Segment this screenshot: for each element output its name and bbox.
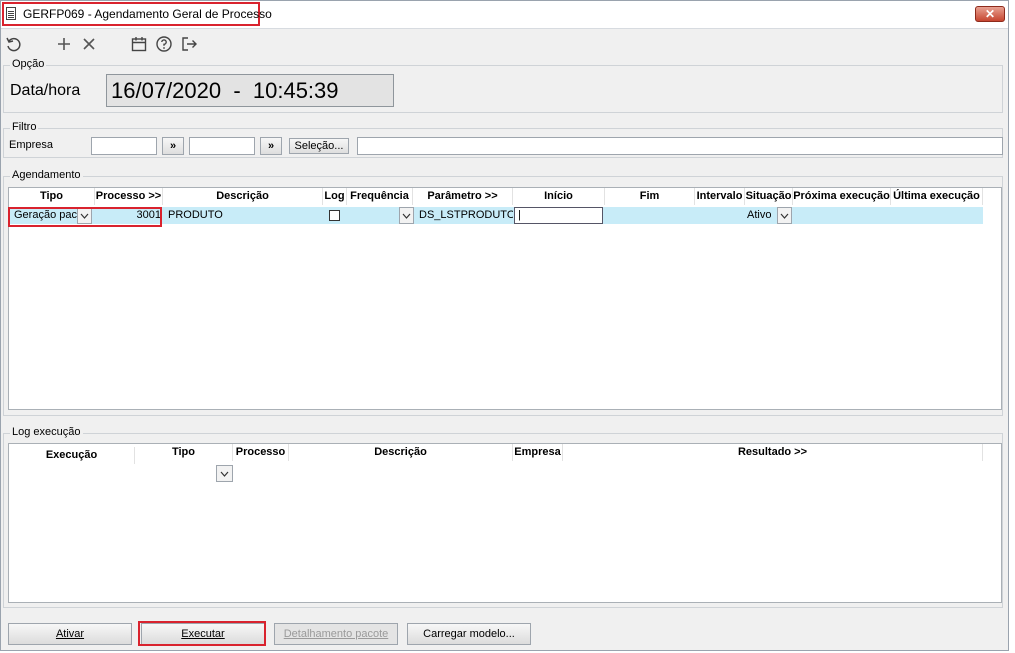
log-legend: Log execução <box>10 426 83 438</box>
window-title: GERFP069 - Agendamento Geral de Processo <box>23 7 272 21</box>
frequencia-cell[interactable] <box>350 207 398 224</box>
col-situacao[interactable]: Situação <box>745 188 793 205</box>
exit-icon[interactable] <box>178 33 200 55</box>
col-processo[interactable]: Processo >> <box>95 188 163 205</box>
log-tipo-dropdown[interactable] <box>216 465 233 482</box>
log-col-execucao[interactable]: Execução <box>9 447 135 464</box>
carregar-modelo-button[interactable]: Carregar modelo... <box>407 623 531 645</box>
document-icon <box>6 7 16 20</box>
col-tipo[interactable]: Tipo <box>9 188 95 205</box>
selecao-button[interactable]: Seleção... <box>289 138 349 154</box>
tipo-processo-highlight <box>8 207 162 227</box>
col-ultima-execucao[interactable]: Última execução <box>891 188 983 205</box>
col-fim[interactable]: Fim <box>605 188 695 205</box>
datahora-label: Data/hora <box>10 82 81 99</box>
opcao-legend: Opção <box>10 58 47 70</box>
ativar-button[interactable]: Ativar <box>8 623 132 645</box>
chevron-down-icon <box>220 471 229 477</box>
log-grid[interactable]: Execução Tipo Processo Descrição Empresa… <box>8 443 1002 603</box>
detalhamento-pacote-button[interactable]: Detalhamento pacote <box>274 623 398 645</box>
close-icon[interactable] <box>78 33 100 55</box>
datahora-display: 16/07/2020 - 10:45:39 <box>106 74 394 107</box>
col-proxima-execucao[interactable]: Próxima execução <box>793 188 891 205</box>
title-bar: GERFP069 - Agendamento Geral de Processo… <box>1 1 1008 29</box>
parametro-cell[interactable]: DS_LSTPRODUTO= <box>419 207 513 224</box>
calendar-icon[interactable] <box>128 33 150 55</box>
chevron-down-icon <box>402 213 411 219</box>
main-window: GERFP069 - Agendamento Geral de Processo… <box>0 0 1009 651</box>
undo-icon[interactable] <box>3 33 25 55</box>
chevron-down-icon <box>780 213 789 219</box>
fim-cell[interactable] <box>608 207 694 224</box>
log-checkbox[interactable] <box>329 210 340 221</box>
log-col-processo[interactable]: Processo <box>233 444 289 461</box>
agendamento-group: Agendamento Tipo Processo >> Descrição L… <box>3 169 1003 416</box>
plus-icon[interactable] <box>53 33 75 55</box>
col-frequencia[interactable]: Frequência <box>347 188 413 205</box>
empresa-from-lookup-button[interactable]: » <box>162 137 184 155</box>
empresa-to-input[interactable] <box>189 137 255 155</box>
situacao-cell[interactable]: Ativo <box>747 207 777 224</box>
inicio-input[interactable]: | <box>514 207 603 224</box>
log-col-resultado[interactable]: Resultado >> <box>563 444 983 461</box>
situacao-dropdown[interactable] <box>777 207 792 224</box>
opcao-group: Opção Data/hora 16/07/2020 - 10:45:39 <box>3 58 1003 113</box>
toolbar <box>1 30 1008 58</box>
detalhamento-label: Detalhamento pacote <box>283 628 389 640</box>
col-intervalo[interactable]: Intervalo <box>695 188 745 205</box>
col-inicio[interactable]: Início <box>513 188 605 205</box>
log-col-descricao[interactable]: Descrição <box>289 444 513 461</box>
close-window-button[interactable]: ✕ <box>975 6 1005 22</box>
ativar-label: Ativar <box>55 628 85 640</box>
filtro-legend: Filtro <box>10 121 39 133</box>
empresa-from-input[interactable] <box>91 137 157 155</box>
carregar-label: Carregar modelo... <box>423 628 515 640</box>
frequencia-dropdown[interactable] <box>399 207 414 224</box>
descricao-cell: PRODUTO <box>168 209 223 221</box>
empresa-to-lookup-button[interactable]: » <box>260 137 282 155</box>
log-col-empresa[interactable]: Empresa <box>513 444 563 461</box>
ultima-execucao-cell <box>894 207 982 224</box>
filtro-group: Filtro Empresa » » Seleção... <box>3 121 1003 158</box>
executar-highlight <box>138 621 266 646</box>
intervalo-cell[interactable] <box>698 207 744 224</box>
col-parametro[interactable]: Parâmetro >> <box>413 188 513 205</box>
col-log[interactable]: Log <box>323 188 347 205</box>
proxima-execucao-cell <box>796 207 890 224</box>
agendamento-legend: Agendamento <box>10 169 83 181</box>
log-col-tipo[interactable]: Tipo <box>135 444 233 461</box>
empresa-selection-field[interactable] <box>357 137 1003 155</box>
col-descricao[interactable]: Descrição <box>163 188 323 205</box>
help-icon[interactable] <box>153 33 175 55</box>
empresa-label: Empresa <box>9 139 54 151</box>
log-execucao-group: Log execução Execução Tipo Processo Desc… <box>3 426 1003 608</box>
